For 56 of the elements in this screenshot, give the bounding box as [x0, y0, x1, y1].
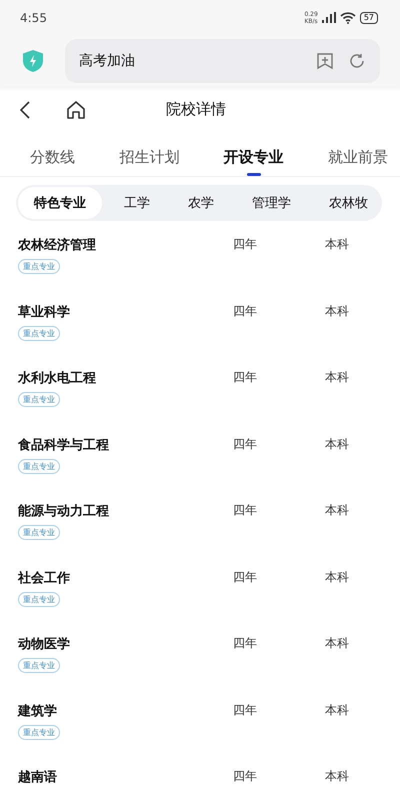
- key-major-tag: 重点专业: [18, 326, 60, 340]
- degree-text: 本科: [325, 369, 350, 386]
- wifi-icon: [340, 12, 356, 24]
- major-name[interactable]: 食品科学与工程: [18, 436, 109, 454]
- home-icon[interactable]: [66, 100, 86, 120]
- bookmark-add-icon[interactable]: [316, 52, 334, 70]
- major-name[interactable]: 社会工作: [18, 568, 70, 586]
- duration-text: 四年: [233, 502, 258, 519]
- category-chip[interactable]: 工学: [108, 187, 166, 219]
- duration-text: 四年: [233, 568, 258, 586]
- shield-icon[interactable]: [22, 49, 44, 73]
- tab[interactable]: 开设专业: [224, 148, 284, 176]
- key-major-tag: 重点专业: [18, 392, 60, 407]
- signal-icon: [322, 12, 336, 23]
- back-icon[interactable]: [20, 100, 30, 118]
- major-name[interactable]: 草业科学: [18, 302, 70, 320]
- duration-text: 四年: [233, 635, 258, 652]
- degree-text: 本科: [325, 702, 350, 718]
- category-chip[interactable]: 管理学: [236, 187, 307, 219]
- major-name[interactable]: 动物医学: [18, 635, 70, 653]
- major-name[interactable]: 农林经济管理: [18, 236, 96, 254]
- key-major-tag: 重点专业: [18, 458, 60, 474]
- category-chip[interactable]: 特色专业: [18, 187, 102, 219]
- major-name[interactable]: 越南语: [18, 768, 57, 786]
- key-major-tag: 重点专业: [18, 658, 60, 673]
- duration-text: 四年: [233, 702, 258, 718]
- status-time: 4:55: [20, 10, 47, 24]
- page-title: 院校详情: [166, 100, 226, 119]
- key-major-tag: 重点专业: [18, 724, 60, 740]
- major-name[interactable]: 建筑学: [18, 702, 57, 720]
- category-chip[interactable]: 农学: [172, 187, 230, 219]
- duration-text: 四年: [233, 302, 258, 320]
- degree-text: 本科: [325, 436, 350, 452]
- battery-indicator: 57: [360, 12, 378, 24]
- refresh-icon[interactable]: [348, 52, 366, 70]
- category-chip[interactable]: 农林牧: [313, 187, 382, 219]
- address-bar[interactable]: 高考加油: [65, 39, 380, 83]
- degree-text: 本科: [325, 635, 350, 652]
- tab[interactable]: 就业前景: [328, 148, 388, 176]
- address-text: 高考加油: [79, 52, 136, 70]
- degree-text: 本科: [325, 568, 350, 586]
- key-major-tag: 重点专业: [18, 592, 60, 606]
- duration-text: 四年: [233, 436, 258, 452]
- duration-text: 四年: [233, 369, 258, 386]
- key-major-tag: 重点专业: [18, 259, 60, 274]
- duration-text: 四年: [233, 236, 258, 253]
- major-name[interactable]: 水利水电工程: [18, 369, 96, 387]
- degree-text: 本科: [325, 236, 350, 253]
- key-major-tag: 重点专业: [18, 525, 60, 540]
- tab[interactable]: 分数线: [30, 148, 75, 176]
- degree-text: 本科: [325, 302, 350, 320]
- degree-text: 本科: [325, 502, 350, 519]
- major-name[interactable]: 能源与动力工程: [18, 502, 109, 520]
- duration-text: 四年: [233, 768, 258, 785]
- tab[interactable]: 招生计划: [119, 148, 180, 176]
- degree-text: 本科: [325, 768, 350, 785]
